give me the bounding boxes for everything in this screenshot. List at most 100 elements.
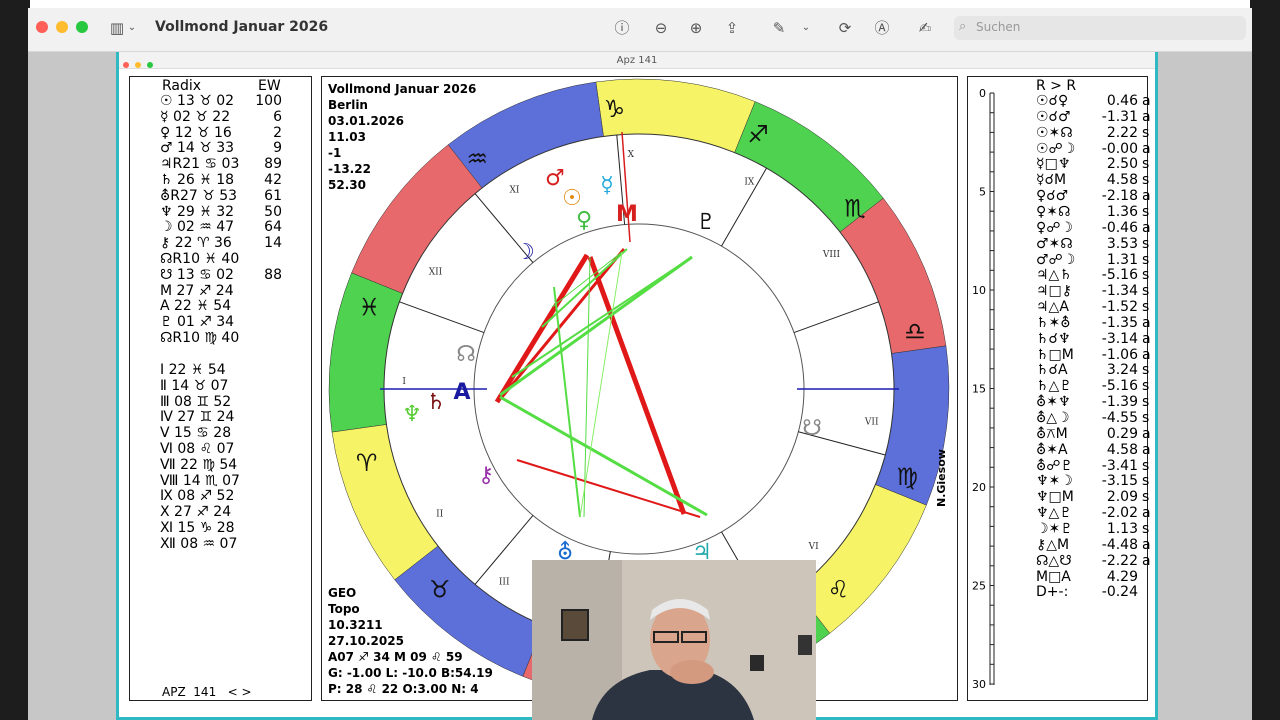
chart-meta-line: P: 28 ♌ 22 O:3.00 N: 4 (328, 682, 479, 696)
aspect-glyphs: ☉☍☽ (1036, 140, 1076, 157)
radix-planet-position: ☊R10 ♍ 40 (160, 330, 240, 346)
aspect-glyphs: ⛢✶A (1036, 441, 1068, 458)
aspect-glyphs: ♄△♇ (1036, 378, 1072, 395)
close-button[interactable] (36, 21, 48, 33)
zodiac-sign-glyph: ♓ (359, 294, 381, 322)
chart-info-line: 03.01.2026 (328, 114, 404, 128)
aspect-row: ♃△♄ -5.16 s (1036, 267, 1149, 284)
aspect-row: ☽✶♇ 1.13 s (1036, 520, 1149, 538)
radix-planet-row: ♃R21 ♋ 03 89 (160, 156, 282, 173)
scale-label: 5 (979, 186, 986, 199)
zoom-out-icon[interactable]: ⊖ (648, 17, 674, 39)
aspect-glyphs: ☊△☋ (1036, 552, 1072, 569)
aspect-glyphs: ♄☌A (1036, 362, 1068, 379)
annotate-icon[interactable]: Ⓐ (869, 17, 895, 39)
scale-label: 0 (979, 87, 986, 100)
radix-house-row: Ⅰ 22 ♓ 54 (160, 362, 226, 378)
chevron-down-icon[interactable]: ⌄ (125, 17, 139, 39)
radix-house-row: Ⅴ 15 ♋ 28 (160, 425, 232, 442)
zoom-in-icon[interactable]: ⊕ (683, 17, 709, 39)
zoom-button[interactable] (76, 21, 88, 33)
aspect-orb: 2.09 (1106, 489, 1138, 506)
aspect-applying-flag: s (1142, 172, 1150, 189)
aspect-orb: -2.18 (1101, 188, 1138, 205)
aspect-row: ♄☌♆ -3.14 a (1036, 331, 1151, 348)
scale-label: 20 (972, 481, 986, 494)
radix-ew-value: 14 (264, 235, 282, 252)
aspect-applying-flag: a (1142, 108, 1151, 125)
aspect-applying-flag: a (1142, 93, 1151, 109)
aspect-glyphs: ☿☌M (1036, 172, 1067, 189)
aspect-row: ☿□♆ 2.50 s (1036, 156, 1149, 173)
aspect-row: ♀☌♂ -2.18 a (1036, 188, 1151, 205)
aspect-orb: -1.06 (1101, 346, 1138, 363)
aspect-orb: -5.16 (1101, 267, 1138, 284)
aspect-glyphs: ♄✶⛢ (1036, 314, 1071, 331)
radix-house-row: Ⅺ 15 ♑ 28 (160, 520, 235, 536)
author-label: N.Giesow (935, 449, 948, 507)
aspect-glyphs: ♀☌♂ (1036, 188, 1069, 205)
share-icon[interactable]: ⇪ (719, 17, 745, 39)
aspect-orb: 1.31 (1106, 251, 1138, 268)
aspect-applying-flag: a (1142, 425, 1151, 442)
zodiac-sign-glyph: ♑ (604, 95, 626, 123)
aspect-glyphs: ♄□M (1036, 346, 1074, 363)
info-icon[interactable]: ⓘ (609, 17, 635, 39)
radix-planet-position: ♇ 01 ♐ 34 (160, 314, 235, 331)
aspect-glyphs: ♆△♇ (1036, 505, 1072, 522)
zodiac-sign-glyph: ♍ (896, 463, 918, 491)
aspect-orb: -1.31 (1101, 108, 1138, 125)
aspect-orb: -3.15 (1101, 473, 1138, 490)
radix-ew-value: 2 (273, 124, 282, 141)
aspect-applying-flag: a (1142, 219, 1151, 236)
aspect-row: ⛢✶A 4.58 a (1036, 441, 1151, 459)
aspect-glyphs: ⛢☍♇ (1036, 457, 1073, 474)
aspect-orb: -4.55 (1101, 410, 1138, 426)
aspect-applying-flag: s (1142, 267, 1150, 284)
house-numeral: XI (509, 186, 519, 196)
chart-info-line: 52.30 (328, 178, 366, 192)
minimize-button[interactable] (56, 21, 68, 33)
aspect-applying-flag: s (1142, 235, 1150, 252)
aspect-glyphs: ♂✶☊ (1036, 235, 1073, 252)
aspect-row: ♂✶☊ 3.53 s (1036, 235, 1149, 253)
radix-planet-row: ☋ 13 ♋ 02 88 (160, 267, 282, 284)
form-fill-icon[interactable]: ✍ (912, 17, 938, 39)
rotate-icon[interactable]: ⟳ (832, 17, 858, 39)
radix-house-row: Ⅻ 08 ♒ 07 (160, 535, 238, 552)
chart-meta-line: 27.10.2025 (328, 634, 404, 648)
aspect-glyphs: ♃△♄ (1036, 267, 1072, 284)
chart-info-line: -13.22 (328, 162, 371, 176)
mercury-glyph: ☿ (600, 173, 614, 198)
zodiac-sign-glyph: ♒ (466, 145, 488, 173)
aspect-applying-flag: a (1142, 188, 1151, 205)
aspect-orb: 2.22 (1106, 124, 1138, 141)
aspect-row: ♃△A -1.52 s (1036, 299, 1149, 316)
aspect-applying-flag: s (1142, 410, 1150, 426)
radix-house-row: Ⅷ 14 ♏ 07 (160, 472, 240, 489)
aspect-applying-flag: a (1142, 330, 1151, 347)
radix-planet-row: ☉ 13 ♉ 02 100 (160, 93, 282, 110)
aspect-row: ♂☍☽ 1.31 s (1036, 252, 1149, 269)
radix-ew-value: 50 (264, 203, 282, 220)
radix-planet-row: ☿ 02 ♉ 22 6 (160, 109, 282, 126)
aspect-glyphs: D+-: (1036, 584, 1069, 601)
chart-meta-line: A07 ♐ 34 M 09 ♌ 59 (328, 650, 463, 664)
aspect-orb: 4.58 (1106, 441, 1138, 458)
aspect-glyphs: ☽✶♇ (1036, 520, 1073, 537)
radix-ew-value: 89 (264, 156, 282, 173)
radix-planet-row: ☽ 02 ♒ 47 64 (160, 220, 282, 236)
radix-house-row: Ⅵ 08 ♌ 07 (160, 441, 235, 457)
markup-chevron-icon[interactable]: ⌄ (799, 17, 813, 39)
aspect-applying-flag: s (1142, 394, 1150, 411)
radix-ew-value: 42 (264, 172, 282, 188)
radix-ew-value: 61 (264, 187, 282, 204)
search-field[interactable]: ⌕ Suchen (954, 16, 1246, 40)
saturn-glyph: ♄ (426, 390, 446, 415)
aspect-glyphs: ⚷△M (1036, 536, 1070, 553)
markup-pen-icon[interactable]: ✎ (766, 17, 792, 39)
aspect-row: ♆□M 2.09 s (1036, 489, 1149, 506)
radix-planet-position: A 22 ♓ 54 (160, 298, 232, 315)
aspect-orb: -5.16 (1101, 378, 1138, 395)
apz-footer[interactable]: APZ 141 < > (162, 685, 252, 699)
